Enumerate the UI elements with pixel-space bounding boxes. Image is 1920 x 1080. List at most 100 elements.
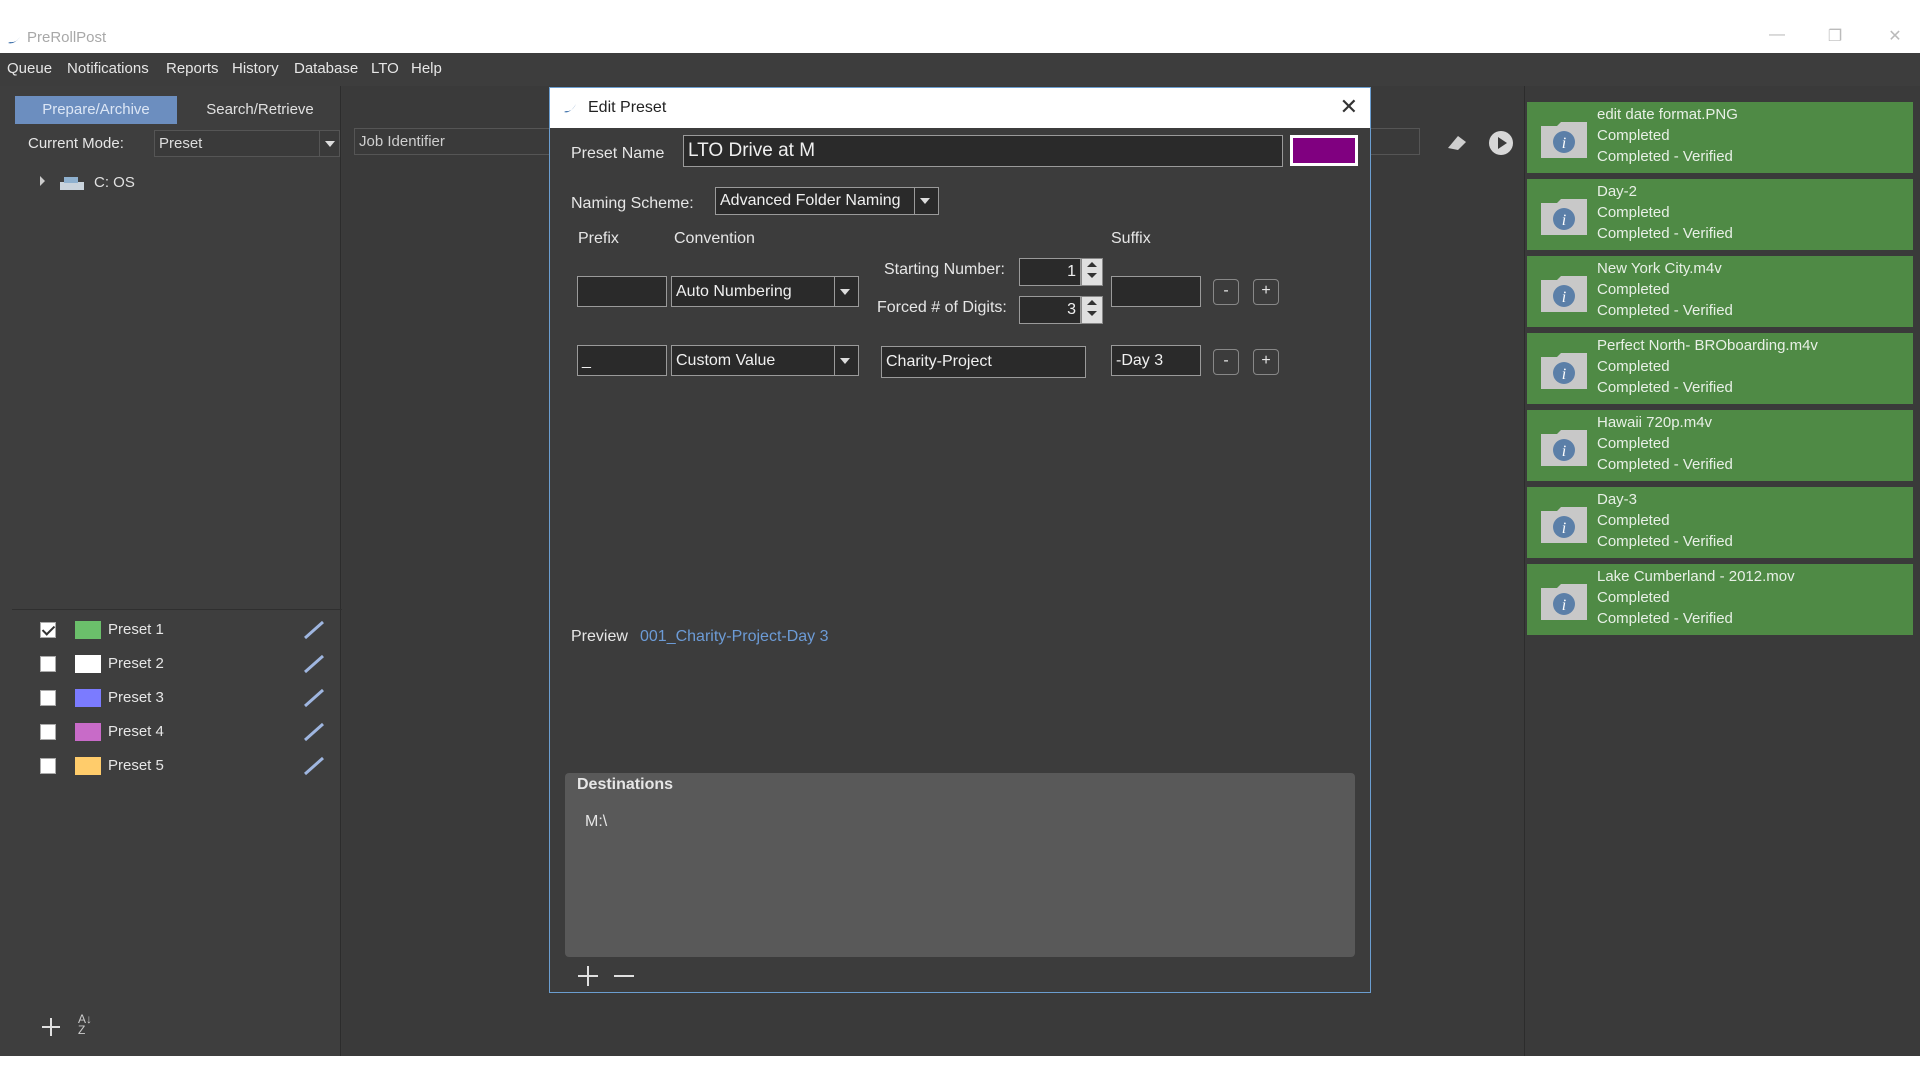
expand-arrow-icon[interactable]	[40, 176, 45, 186]
preset-checkbox[interactable]	[40, 724, 56, 740]
menu-history[interactable]: History	[232, 60, 279, 77]
pencil-icon[interactable]	[302, 619, 326, 641]
suffix-column-label: Suffix	[1111, 230, 1151, 247]
job-card[interactable]: i Lake Cumberland - 2012.mov Completed C…	[1527, 564, 1913, 638]
preset-name-label: Preset Name	[571, 145, 665, 162]
menu-reports[interactable]: Reports	[166, 60, 219, 77]
tab-prepare-archive[interactable]: Prepare/Archive	[15, 96, 177, 124]
row2-custom-value-input[interactable]: Charity-Project	[881, 346, 1086, 378]
preset-row[interactable]: Preset 5	[40, 753, 330, 779]
menu-lto[interactable]: LTO	[371, 60, 399, 77]
pencil-icon[interactable]	[302, 653, 326, 675]
eraser-icon[interactable]	[1444, 130, 1470, 154]
preset-name-input[interactable]: LTO Drive at M	[683, 135, 1283, 167]
preset-checkbox[interactable]	[40, 758, 56, 774]
restore-button[interactable]: ❐	[1820, 26, 1850, 48]
preset-checkbox[interactable]	[40, 622, 56, 638]
preset-color-picker[interactable]	[1290, 135, 1358, 166]
sort-alpha-icon[interactable]: A↓ Z	[78, 1013, 102, 1038]
left-panel: Prepare/Archive Search/Retrieve Current …	[0, 86, 342, 1056]
menu-help[interactable]: Help	[411, 60, 442, 77]
spin-down-icon[interactable]	[1082, 270, 1102, 281]
spin-down-icon[interactable]	[1082, 308, 1102, 319]
job-card[interactable]: i Day-3 Completed Completed - Verified	[1527, 487, 1913, 561]
menu-queue[interactable]: Queue	[7, 60, 52, 77]
starting-number-spinner[interactable]	[1081, 258, 1103, 286]
close-window-button[interactable]: ✕	[1880, 26, 1910, 48]
job-name: edit date format.PNG	[1597, 106, 1738, 123]
row2-add-button[interactable]: +	[1253, 349, 1279, 375]
add-icon[interactable]	[40, 1016, 62, 1038]
job-card[interactable]: i edit date format.PNG Completed Complet…	[1527, 102, 1913, 176]
row1-suffix-input[interactable]	[1111, 276, 1201, 307]
svg-text:i: i	[1562, 212, 1566, 229]
menu-notifications[interactable]: Notifications	[67, 60, 149, 77]
row2-suffix-input[interactable]: -Day 3	[1111, 345, 1201, 376]
preset-row[interactable]: Preset 2	[40, 651, 330, 677]
job-identifier-input[interactable]: Job Identifier	[354, 128, 554, 155]
spin-up-icon[interactable]	[1082, 297, 1102, 308]
preset-color-swatch	[75, 655, 101, 673]
job-status: Completed	[1597, 358, 1670, 375]
close-icon[interactable]: ✕	[1340, 94, 1358, 120]
preset-row[interactable]: Preset 3	[40, 685, 330, 711]
menu-database[interactable]: Database	[294, 60, 358, 77]
preset-label: Preset 1	[108, 621, 164, 638]
job-verification: Completed - Verified	[1597, 225, 1733, 242]
row1-convention-select[interactable]: Auto Numbering	[671, 276, 859, 307]
drive-icon	[60, 177, 84, 190]
chevron-down-icon	[834, 277, 858, 306]
preset-row[interactable]: Preset 4	[40, 719, 330, 745]
job-verification: Completed - Verified	[1597, 302, 1733, 319]
preset-label: Preset 5	[108, 757, 164, 774]
convention-column-label: Convention	[674, 230, 755, 247]
pencil-icon[interactable]	[302, 687, 326, 709]
forced-digits-input[interactable]: 3	[1019, 296, 1081, 324]
minimize-button[interactable]: —	[1762, 26, 1792, 48]
menu-bar: Queue Notifications Reports History Data…	[0, 53, 1920, 86]
svg-text:i: i	[1562, 443, 1566, 460]
naming-scheme-select[interactable]: Advanced Folder Naming	[715, 187, 939, 215]
row2-prefix-input[interactable]: _	[577, 345, 667, 376]
job-status: Completed	[1597, 127, 1670, 144]
svg-text:i: i	[1562, 289, 1566, 306]
play-icon[interactable]	[1488, 130, 1514, 156]
destination-item[interactable]: M:\	[585, 813, 607, 831]
info-folder-icon: i	[1541, 584, 1587, 620]
job-name: Hawaii 720p.m4v	[1597, 414, 1713, 431]
preset-checkbox[interactable]	[40, 690, 56, 706]
job-card[interactable]: i Hawaii 720p.m4v Completed Completed - …	[1527, 410, 1913, 484]
forced-digits-spinner[interactable]	[1081, 296, 1103, 324]
row2-convention-select[interactable]: Custom Value	[671, 345, 859, 376]
tab-search-retrieve[interactable]: Search/Retrieve	[180, 96, 340, 124]
pencil-icon[interactable]	[302, 721, 326, 743]
job-status: Completed	[1597, 204, 1670, 221]
bottom-strip	[0, 1056, 1920, 1080]
pencil-icon[interactable]	[302, 755, 326, 777]
job-status: Completed	[1597, 512, 1670, 529]
job-verification: Completed - Verified	[1597, 148, 1733, 165]
add-icon[interactable]	[576, 964, 600, 988]
job-card[interactable]: i New York City.m4v Completed Completed …	[1527, 256, 1913, 330]
row1-convention-value: Auto Numbering	[676, 283, 792, 300]
spin-up-icon[interactable]	[1082, 259, 1102, 270]
dialog-title-bar: Edit Preset ✕	[550, 88, 1370, 128]
row1-prefix-input[interactable]	[577, 276, 667, 307]
current-mode-select[interactable]: Preset	[154, 130, 340, 157]
job-identifier-input-end[interactable]	[1370, 128, 1420, 155]
svg-text:i: i	[1562, 135, 1566, 152]
preset-color-swatch	[75, 621, 101, 639]
starting-number-input[interactable]: 1	[1019, 258, 1081, 286]
row1-add-button[interactable]: +	[1253, 279, 1279, 305]
tree-root-item[interactable]: C: OS	[40, 172, 160, 194]
remove-icon[interactable]	[612, 964, 636, 988]
job-status: Completed	[1597, 281, 1670, 298]
row1-remove-button[interactable]: -	[1213, 279, 1239, 305]
preset-row[interactable]: Preset 1	[40, 617, 330, 643]
dialog-title: Edit Preset	[588, 99, 667, 116]
job-name: New York City.m4v	[1597, 260, 1722, 277]
preset-checkbox[interactable]	[40, 656, 56, 672]
job-card[interactable]: i Day-2 Completed Completed - Verified	[1527, 179, 1913, 253]
row2-remove-button[interactable]: -	[1213, 349, 1239, 375]
job-card[interactable]: i Perfect North- BROboarding.m4v Complet…	[1527, 333, 1913, 407]
